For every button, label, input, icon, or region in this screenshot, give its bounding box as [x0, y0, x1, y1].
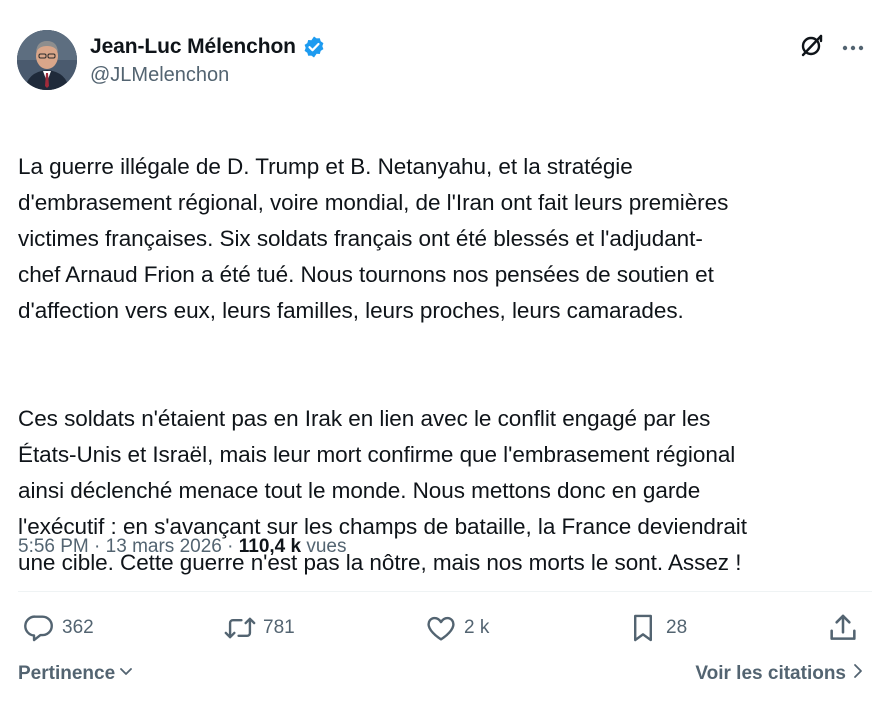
chevron-right-icon: [852, 662, 864, 686]
sort-label: Pertinence: [18, 663, 116, 684]
views-count: 110,4 k: [238, 536, 302, 557]
meta-separator: ·: [88, 536, 106, 557]
bookmark-button[interactable]: 28: [626, 608, 687, 648]
avatar[interactable]: [17, 30, 77, 90]
bookmark-icon: [626, 611, 660, 645]
author-handle[interactable]: @JLMelenchon: [90, 64, 229, 87]
sort-dropdown[interactable]: Pertinence: [18, 662, 135, 686]
meta-separator: ·: [221, 536, 239, 557]
divider: [18, 591, 872, 592]
grok-icon: [799, 32, 825, 63]
views-label: vues: [301, 536, 347, 557]
like-icon: [424, 611, 458, 645]
more-icon: [842, 38, 864, 56]
view-quotes-label: Voir les citations: [695, 663, 846, 684]
reply-button[interactable]: 362: [22, 608, 94, 648]
repost-count: 781: [263, 617, 295, 638]
action-bar: 362 781 2 k 28: [18, 608, 872, 648]
grok-button[interactable]: [797, 32, 827, 62]
chevron-down-icon: [117, 662, 135, 686]
tweet-detail: Jean-Luc Mélenchon @JLMelenchon La guerr…: [0, 0, 890, 704]
more-button[interactable]: [838, 33, 868, 61]
verified-badge-icon[interactable]: [302, 35, 326, 59]
reply-count: 362: [62, 617, 94, 638]
avatar-photo: [17, 30, 77, 90]
tweet-time[interactable]: 5:56 PM: [18, 536, 89, 558]
share-icon: [826, 611, 860, 645]
tweet-date[interactable]: 13 mars 2026: [106, 536, 222, 558]
repost-icon: [223, 611, 257, 645]
like-count: 2 k: [464, 617, 490, 638]
reply-icon: [22, 611, 56, 645]
like-button[interactable]: 2 k: [424, 608, 489, 648]
author-display-name[interactable]: Jean-Luc Mélenchon: [90, 35, 296, 59]
tweet-paragraph-1: La guerre illégale de D. Trump et B. Net…: [18, 154, 729, 323]
author-name-row: Jean-Luc Mélenchon: [90, 35, 326, 59]
share-button[interactable]: [826, 608, 860, 648]
bookmark-count: 28: [666, 617, 688, 638]
view-quotes-link[interactable]: Voir les citations: [695, 662, 864, 686]
repost-button[interactable]: 781: [223, 608, 295, 648]
tweet-meta: 5:56 PM · 13 mars 2026 · 110,4 k vues: [18, 536, 347, 558]
